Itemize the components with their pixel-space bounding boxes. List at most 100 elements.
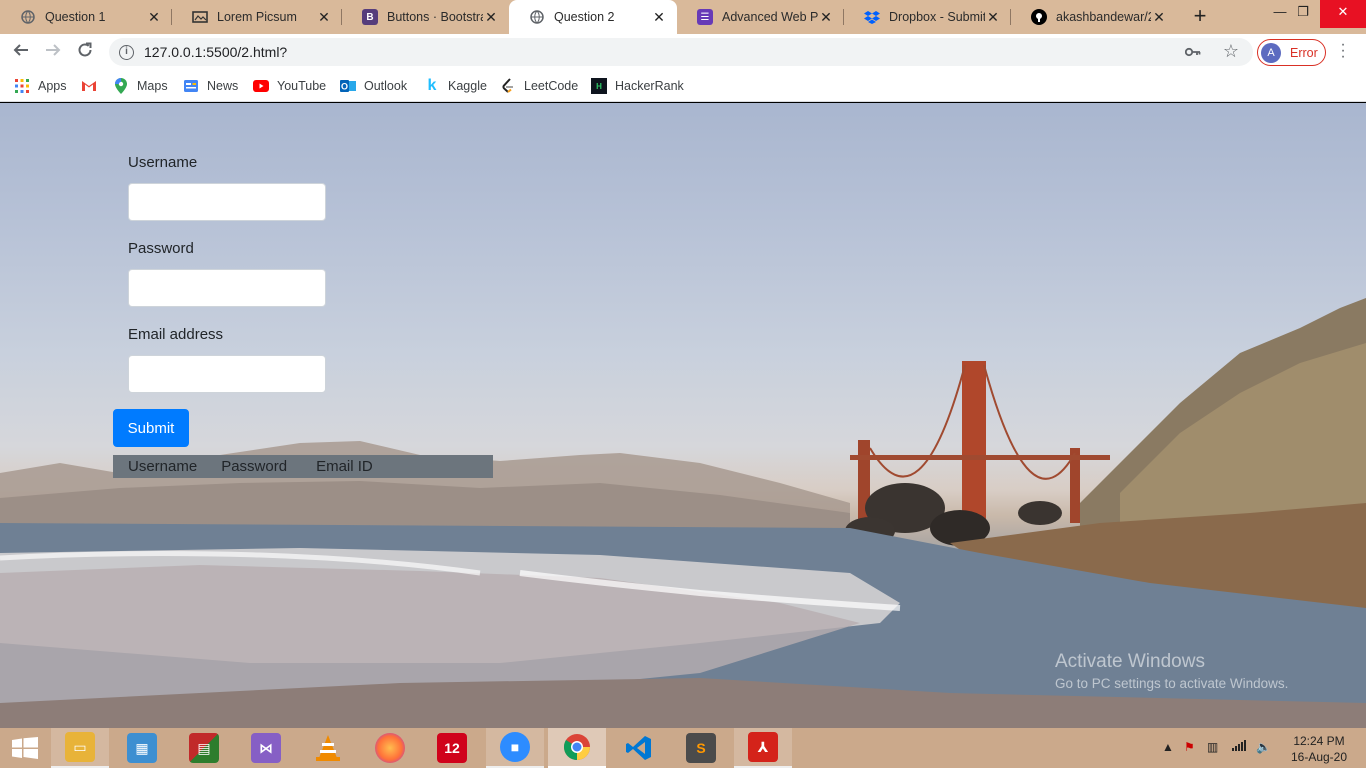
- watermark-title: Activate Windows: [1055, 651, 1205, 672]
- bookmark-youtube[interactable]: YouTube: [253, 76, 326, 96]
- bookmark-news[interactable]: News: [183, 76, 238, 96]
- browser-menu-icon[interactable]: · · ·: [1338, 37, 1348, 65]
- email-label: Email address: [128, 326, 224, 343]
- bookmark-label: Outlook: [364, 79, 408, 93]
- control-panel-icon: ▦: [127, 733, 157, 763]
- bookmark-outlook[interactable]: O Outlook: [340, 76, 407, 96]
- close-tab-icon[interactable]: ✕: [651, 9, 667, 26]
- tab-title: Question 2: [554, 10, 615, 24]
- tab-title: Question 1: [45, 10, 106, 24]
- address-bar[interactable]: i 127.0.0.1:5500/2.html? ☆: [109, 38, 1253, 66]
- file-manager-12-icon: 12: [437, 733, 467, 763]
- dropbox-icon: [864, 9, 880, 25]
- bookmark-label: YouTube: [277, 79, 327, 93]
- bookmark-apps[interactable]: Apps: [14, 76, 67, 96]
- close-tab-icon[interactable]: ✕: [985, 9, 1001, 26]
- reload-button[interactable]: [72, 40, 98, 64]
- image-icon: [192, 9, 208, 25]
- results-table-header: Username Password Email ID: [113, 455, 493, 478]
- taskbar-vlc[interactable]: [299, 728, 357, 768]
- password-label: Password: [128, 240, 194, 257]
- close-window-button[interactable]: ✕: [1320, 0, 1366, 28]
- taskbar-firefox[interactable]: [361, 728, 419, 768]
- taskbar-vscode[interactable]: [610, 728, 668, 768]
- bookmark-kaggle[interactable]: k Kaggle: [424, 76, 487, 96]
- tab-github[interactable]: akashbandewar/20 ✕: [1011, 0, 1177, 34]
- key-icon[interactable]: [1184, 44, 1201, 60]
- visual-studio-icon: ⋈: [251, 733, 281, 763]
- bookmark-star-icon[interactable]: ☆: [1223, 41, 1239, 62]
- site-info-icon[interactable]: i: [119, 44, 134, 60]
- outlook-icon: O: [340, 78, 356, 94]
- close-tab-icon[interactable]: ✕: [483, 9, 499, 26]
- start-button[interactable]: [0, 728, 50, 768]
- username-label: Username: [128, 154, 198, 171]
- taskbar-chrome[interactable]: [548, 728, 606, 768]
- bootstrap-icon: B: [362, 9, 378, 25]
- close-tab-icon[interactable]: ✕: [1151, 9, 1167, 26]
- tab-buttons-bootstrap[interactable]: B Buttons · Bootstrap ✕: [342, 0, 509, 34]
- taskbar-winrar[interactable]: ▤: [175, 728, 233, 768]
- tab-title: Buttons · Bootstrap: [387, 10, 483, 24]
- bookmark-leetcode[interactable]: LeetCode: [500, 76, 578, 96]
- email-input[interactable]: [128, 355, 326, 393]
- apps-grid-icon: [14, 78, 30, 94]
- restore-button[interactable]: ❐: [1285, 0, 1321, 28]
- new-tab-button[interactable]: +: [1188, 5, 1212, 29]
- bookmark-label: Maps: [137, 79, 168, 93]
- page-viewport: Username Password Email address Submit U…: [0, 103, 1366, 728]
- system-clock[interactable]: 12:24 PM 16-Aug-20: [1278, 733, 1360, 765]
- close-tab-icon[interactable]: ✕: [316, 9, 332, 26]
- volume-icon[interactable]: 🔈: [1256, 740, 1271, 754]
- globe-icon: [529, 9, 545, 25]
- bookmark-hackerrank[interactable]: H HackerRank: [591, 76, 684, 96]
- sublime-text-icon: S: [686, 733, 716, 763]
- tab-question-2[interactable]: Question 2 ✕: [509, 0, 677, 34]
- reload-icon: [78, 42, 92, 57]
- username-input[interactable]: [128, 183, 326, 221]
- tab-question-1[interactable]: Question 1 ✕: [0, 0, 172, 34]
- submit-button[interactable]: Submit: [113, 409, 189, 447]
- show-hidden-icons-icon[interactable]: ▲: [1162, 740, 1174, 754]
- file-explorer-icon: ▭: [65, 732, 95, 762]
- tab-title: akashbandewar/20: [1056, 10, 1151, 24]
- action-center-icon[interactable]: ⚑: [1184, 740, 1195, 754]
- bookmark-gmail[interactable]: [81, 76, 105, 96]
- leetcode-icon: [500, 78, 516, 94]
- watermark-subtitle: Go to PC settings to activate Windows.: [1055, 676, 1289, 691]
- news-icon: [183, 78, 199, 94]
- column-header-email: Email ID: [316, 458, 373, 475]
- url-text[interactable]: 127.0.0.1:5500/2.html?: [144, 44, 287, 60]
- bookmark-maps[interactable]: Maps: [113, 76, 168, 96]
- forward-button[interactable]: [40, 40, 66, 64]
- password-input[interactable]: [128, 269, 326, 307]
- bookmarks-bar: Apps Maps News YouTube O Outlook k Kaggl…: [0, 70, 1366, 102]
- browser-toolbar: i 127.0.0.1:5500/2.html? ☆ A Error · · ·: [0, 34, 1366, 70]
- back-button[interactable]: [8, 40, 34, 64]
- tab-advanced-web[interactable]: ☰ Advanced Web Pro ✕: [677, 0, 844, 34]
- taskbar-sublime[interactable]: S: [672, 728, 730, 768]
- activate-windows-watermark: Activate Windows Go to PC settings to ac…: [1055, 651, 1288, 691]
- taskbar-file-explorer[interactable]: ▭: [51, 728, 109, 768]
- forms-icon: ☰: [697, 9, 713, 25]
- column-header-password: Password: [221, 458, 288, 475]
- close-tab-icon[interactable]: ✕: [818, 9, 834, 26]
- taskbar-control-panel[interactable]: ▦: [113, 728, 171, 768]
- tab-title: Lorem Picsum: [217, 10, 297, 24]
- wifi-signal-icon[interactable]: [1232, 740, 1246, 754]
- taskbar-zoom[interactable]: ■: [486, 728, 544, 768]
- chrome-icon: [562, 732, 592, 762]
- network-error-icon[interactable]: ▥: [1207, 740, 1218, 754]
- vscode-icon: [624, 733, 654, 763]
- profile-button[interactable]: A Error: [1257, 39, 1326, 66]
- close-tab-icon[interactable]: ✕: [146, 9, 162, 26]
- hackerrank-icon: H: [591, 78, 607, 94]
- taskbar-acrobat[interactable]: ⅄: [734, 728, 792, 768]
- tab-title: Advanced Web Pro: [722, 10, 818, 24]
- youtube-icon: [253, 78, 269, 94]
- tab-lorem-picsum[interactable]: Lorem Picsum ✕: [172, 0, 342, 34]
- taskbar-12-app[interactable]: 12: [423, 728, 481, 768]
- tab-dropbox[interactable]: Dropbox - Submit f ✕: [844, 0, 1011, 34]
- taskbar-visual-studio[interactable]: ⋈: [237, 728, 295, 768]
- svg-text:O: O: [341, 82, 348, 92]
